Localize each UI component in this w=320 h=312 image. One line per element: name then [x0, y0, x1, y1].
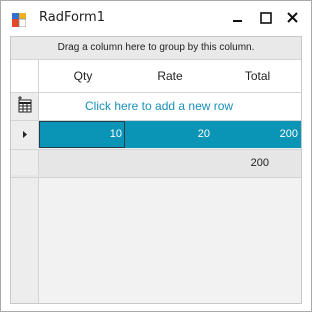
- new-row-indicator: [11, 93, 39, 120]
- group-panel[interactable]: Drag a column here to group by this colu…: [11, 37, 301, 60]
- column-header-total[interactable]: Total: [214, 60, 301, 92]
- summary-total: 200: [250, 157, 269, 169]
- window-title: RadForm1: [39, 10, 105, 25]
- data-grid[interactable]: Drag a column here to group by this colu…: [10, 36, 302, 304]
- empty-row-indicator: [11, 178, 39, 303]
- minimize-icon: [233, 20, 242, 22]
- cell-total[interactable]: 200: [214, 121, 298, 148]
- column-header-qty[interactable]: Qty: [40, 60, 126, 92]
- new-row-table-icon: [18, 96, 32, 113]
- table-row[interactable]: 10 20 200: [11, 121, 301, 148]
- cell-qty[interactable]: 10: [40, 121, 122, 148]
- summary-row-indicator: [11, 150, 39, 175]
- maximize-button[interactable]: [257, 9, 275, 27]
- add-new-row-link[interactable]: Click here to add a new row: [85, 93, 233, 120]
- close-button[interactable]: [284, 9, 302, 27]
- summary-row: 200: [11, 149, 301, 178]
- maximize-icon: [260, 12, 272, 24]
- minimize-button[interactable]: [229, 9, 247, 27]
- current-row-arrow-icon: [23, 131, 27, 138]
- title-bar[interactable]: RadForm1: [1, 1, 311, 33]
- header-row-indicator: [11, 60, 39, 92]
- column-header-row: Qty Rate Total: [11, 60, 301, 93]
- main-window: RadForm1 Drag a column here to group by …: [0, 0, 312, 312]
- column-header-rate[interactable]: Rate: [126, 60, 214, 92]
- grid-empty-area: [11, 178, 301, 303]
- app-icon: [12, 12, 27, 28]
- cell-rate[interactable]: 20: [126, 121, 210, 148]
- close-icon: [287, 12, 298, 23]
- new-row[interactable]: Click here to add a new row: [11, 93, 301, 121]
- row-indicator[interactable]: [11, 121, 39, 148]
